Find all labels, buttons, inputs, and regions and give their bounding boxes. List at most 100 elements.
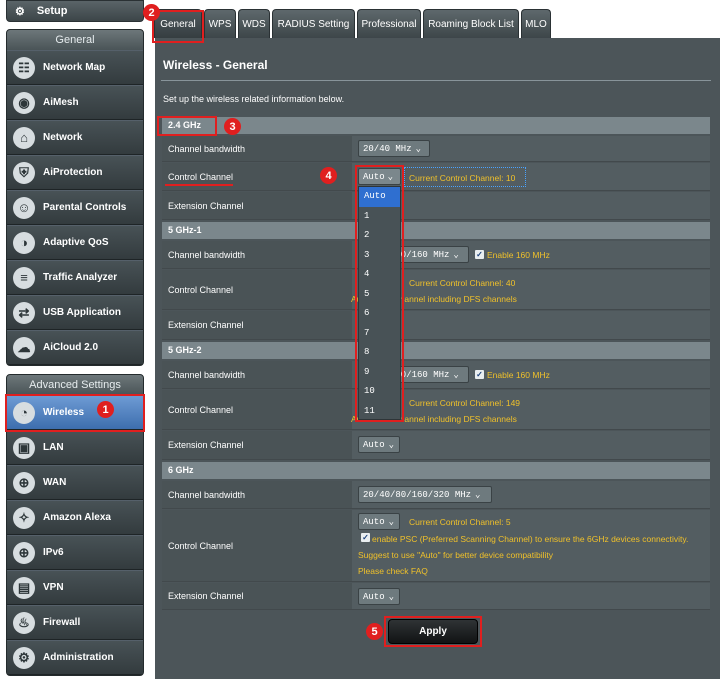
firewall-icon: ♨ — [13, 611, 35, 634]
row-51-control: Control Channel — [162, 270, 710, 310]
highlight-general-tab — [152, 10, 204, 43]
sidebar-item-lan[interactable]: ▣ LAN — [7, 430, 143, 465]
tab-professional[interactable]: Professional — [357, 9, 421, 38]
tab-radius-setting[interactable]: RADIUS Setting — [272, 9, 355, 38]
select-6-extension[interactable]: Auto ⌄ — [358, 588, 400, 605]
label-51-control: Control Channel — [162, 270, 352, 309]
highlight-apply — [384, 616, 482, 647]
enable-160-checkbox-52[interactable]: ✓ — [475, 370, 484, 379]
underline-control-channel — [165, 184, 233, 186]
advanced-header: Advanced Settings — [7, 375, 143, 395]
step-marker-5: 5 — [366, 623, 383, 640]
chevron-down-icon: ⌄ — [475, 489, 481, 500]
label-24-bandwidth: Channel bandwidth — [162, 136, 352, 161]
sidebar-item-label: Firewall — [43, 617, 81, 628]
enable-160-checkbox-51[interactable]: ✓ — [475, 250, 484, 259]
tab-bar: General WPS WDS RADIUS Setting Professio… — [150, 9, 720, 38]
label-52-bandwidth: Channel bandwidth — [162, 361, 352, 388]
label-52-control: Control Channel — [162, 390, 352, 429]
chevron-down-icon: ⌄ — [453, 369, 459, 380]
sidebar-item-administration[interactable]: ⚙ Administration — [7, 640, 143, 675]
sidebar-item-traffic-analyzer[interactable]: ≡ Traffic Analyzer — [7, 260, 143, 295]
general-header: General — [7, 30, 143, 50]
label-6-extension: Extension Channel — [162, 583, 352, 609]
sidebar-item-label: Network Map — [43, 62, 106, 73]
sidebar-item-network-map[interactable]: ☷ Network Map — [7, 50, 143, 85]
step-marker-4: 4 — [320, 167, 337, 184]
step-marker-3: 3 — [224, 118, 241, 135]
step-marker-2: 2 — [143, 4, 160, 21]
select-6-control[interactable]: Auto ⌄ — [358, 513, 400, 530]
hint-52-current-channel: Current Control Channel: 149 — [409, 398, 521, 408]
sidebar-item-usb-application[interactable]: ⇄ USB Application — [7, 295, 143, 330]
sidebar-item-label: Parental Controls — [43, 202, 127, 213]
sidebar-item-vpn[interactable]: ▤ VPN — [7, 570, 143, 605]
hint-24-current-channel: Current Control Channel: 10 — [409, 173, 516, 183]
family-icon: ☺ — [13, 196, 35, 219]
setup-button[interactable]: ⚙ Setup — [6, 0, 144, 22]
label-6-psc: enable PSC (Preferred Scanning Channel) … — [372, 534, 689, 544]
sidebar-item-label: Amazon Alexa — [43, 512, 111, 523]
label-52-extension: Extension Channel — [162, 431, 352, 459]
vpn-icon: ▤ — [13, 576, 35, 599]
sidebar-item-label: Adaptive QoS — [43, 237, 109, 248]
setup-icon: ⚙ — [15, 5, 25, 18]
gauge-icon: ◑ — [13, 231, 35, 254]
hint-6-current-channel: Current Control Channel: 5 — [409, 517, 511, 527]
faq-link[interactable]: Please check FAQ — [358, 566, 428, 576]
sidebar-item-label: LAN — [43, 442, 64, 453]
sidebar-item-label: Network — [43, 132, 83, 143]
network-icon: ⌂ — [13, 126, 35, 149]
select-52-extension[interactable]: Auto ⌄ — [358, 436, 400, 453]
label-6-bandwidth: Channel bandwidth — [162, 481, 352, 508]
general-menu: General ☷ Network Map ◉ AiMesh ⌂ Network ⛨ AiPr… — [6, 29, 144, 366]
label-6-control: Control Channel — [162, 510, 352, 581]
sidebar-item-wan[interactable]: ⊕ WAN — [7, 465, 143, 500]
label-51-extension: Extension Channel — [162, 311, 352, 339]
sidebar-item-aimesh[interactable]: ◉ AiMesh — [7, 85, 143, 120]
sidebar-item-amazon-alexa[interactable]: ✧ Amazon Alexa — [7, 500, 143, 535]
sidebar-item-adaptive-qos[interactable]: ◑ Adaptive QoS — [7, 225, 143, 260]
sidebar-item-network[interactable]: ⌂ Network — [7, 120, 143, 155]
chevron-down-icon: ⌄ — [388, 591, 395, 602]
select-24-bandwidth-value: 20/40 MHz — [363, 143, 412, 154]
highlight-dropdown — [355, 165, 404, 422]
select-24-bandwidth[interactable]: 20/40 MHz ⌄ — [358, 140, 430, 157]
sidebar-item-label: VPN — [43, 582, 64, 593]
tab-roaming-block-list[interactable]: Roaming Block List — [423, 9, 519, 38]
tab-mlo[interactable]: MLO — [521, 9, 551, 38]
aimesh-icon: ◉ — [13, 91, 35, 114]
cloud-icon: ☁ — [13, 336, 35, 359]
chevron-down-icon: ⌄ — [388, 516, 395, 527]
tab-wps[interactable]: WPS — [204, 9, 236, 38]
sidebar-item-label: Administration — [43, 652, 114, 663]
sidebar-item-parental-controls[interactable]: ☺ Parental Controls — [7, 190, 143, 225]
page-description: Set up the wireless related information … — [163, 94, 345, 104]
sidebar-item-label: IPv6 — [43, 547, 64, 558]
select-6-bandwidth[interactable]: 20/40/80/160/320 MHz ⌄ — [358, 486, 492, 503]
sidebar-item-label: AiMesh — [43, 97, 79, 108]
row-52-extension: Extension Channel — [162, 431, 710, 460]
sidebar-item-label: AiProtection — [43, 167, 103, 178]
row-6-extension: Extension Channel — [162, 583, 710, 610]
sidebar-item-label: AiCloud 2.0 — [43, 342, 99, 353]
globe-icon: ⊕ — [13, 471, 35, 494]
step-marker-1: 1 — [97, 401, 114, 418]
ipv6-icon: ⊕ — [13, 541, 35, 564]
alexa-icon: ✧ — [13, 506, 35, 529]
sidebar-item-label: USB Application — [43, 307, 121, 318]
select-6-bandwidth-value: 20/40/80/160/320 MHz — [363, 489, 472, 500]
tab-wds[interactable]: WDS — [238, 9, 270, 38]
chevron-down-icon: ⌄ — [453, 249, 459, 260]
title-divider — [161, 80, 711, 81]
psc-checkbox[interactable]: ✓ — [361, 533, 370, 542]
sidebar-item-aiprotection[interactable]: ⛨ AiProtection — [7, 155, 143, 190]
sidebar-item-aicloud-2-0[interactable]: ☁ AiCloud 2.0 — [7, 330, 143, 365]
admin-icon: ⚙ — [13, 646, 35, 669]
usb-icon: ⇄ — [13, 301, 35, 324]
section-header-6ghz: 6 GHz — [162, 462, 710, 479]
sidebar-item-firewall[interactable]: ♨ Firewall — [7, 605, 143, 640]
analyzer-icon: ≡ — [13, 266, 35, 289]
sidebar-item-ipv6[interactable]: ⊕ IPv6 — [7, 535, 143, 570]
sidebar-item-label: Traffic Analyzer — [43, 272, 118, 283]
